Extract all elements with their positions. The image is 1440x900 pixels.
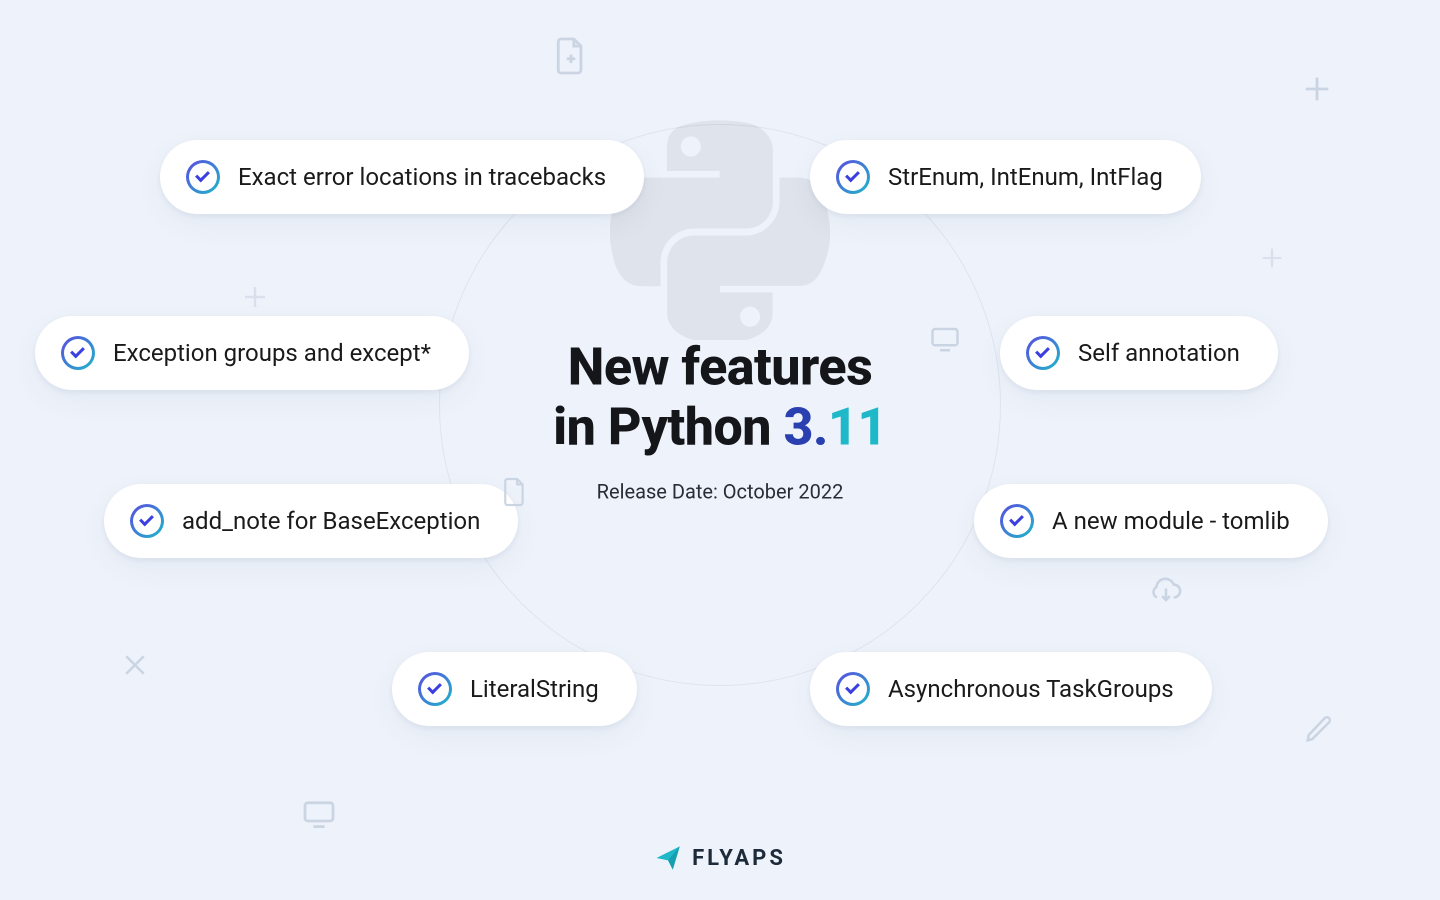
version-major: 3. — [783, 396, 827, 457]
check-circle-icon — [61, 336, 95, 370]
feature-pill: StrEnum, IntEnum, IntFlag — [810, 140, 1201, 214]
cloud-download-icon — [1148, 576, 1184, 606]
brand-name: FLYAPS — [692, 846, 786, 871]
plus-icon — [1300, 72, 1334, 106]
feature-label: add_note for BaseException — [182, 507, 480, 535]
check-circle-icon — [130, 504, 164, 538]
check-circle-icon — [418, 672, 452, 706]
brand-logo: FLYAPS — [654, 844, 786, 872]
check-circle-icon — [1026, 336, 1060, 370]
version-minor: 11 — [828, 396, 887, 457]
monitor-icon — [302, 800, 336, 828]
check-circle-icon — [836, 672, 870, 706]
feature-pill: Exception groups and except* — [35, 316, 469, 390]
feature-label: Exception groups and except* — [113, 339, 431, 367]
feature-label: Asynchronous TaskGroups — [888, 675, 1174, 703]
pencil-icon — [1304, 714, 1334, 744]
feature-pill: LiteralString — [392, 652, 637, 726]
feature-label: Exact error locations in tracebacks — [238, 163, 606, 191]
plus-icon — [1258, 244, 1286, 272]
title-line2-prefix: in Python — [553, 396, 783, 457]
diagram-heading: New features in Python 3.11 Release Date… — [400, 337, 1040, 503]
title: New features in Python 3.11 — [400, 337, 1040, 457]
paper-plane-icon — [654, 844, 682, 872]
feature-pill: Self annotation — [1000, 316, 1278, 390]
feature-pill: A new module - tomlib — [974, 484, 1328, 558]
file-plus-icon — [554, 36, 588, 76]
close-icon — [120, 650, 150, 680]
feature-label: Self annotation — [1078, 339, 1240, 367]
plus-icon — [240, 282, 270, 312]
feature-label: LiteralString — [470, 675, 599, 703]
feature-pill: Exact error locations in tracebacks — [160, 140, 644, 214]
check-circle-icon — [1000, 504, 1034, 538]
check-circle-icon — [836, 160, 870, 194]
monitor-icon — [930, 326, 960, 352]
feature-pill: add_note for BaseException — [104, 484, 518, 558]
check-circle-icon — [186, 160, 220, 194]
feature-label: A new module - tomlib — [1052, 507, 1290, 535]
title-line1: New features — [568, 336, 873, 397]
python-logo-icon — [610, 120, 830, 340]
file-icon — [502, 476, 528, 508]
feature-pill: Asynchronous TaskGroups — [810, 652, 1212, 726]
feature-label: StrEnum, IntEnum, IntFlag — [888, 163, 1163, 191]
